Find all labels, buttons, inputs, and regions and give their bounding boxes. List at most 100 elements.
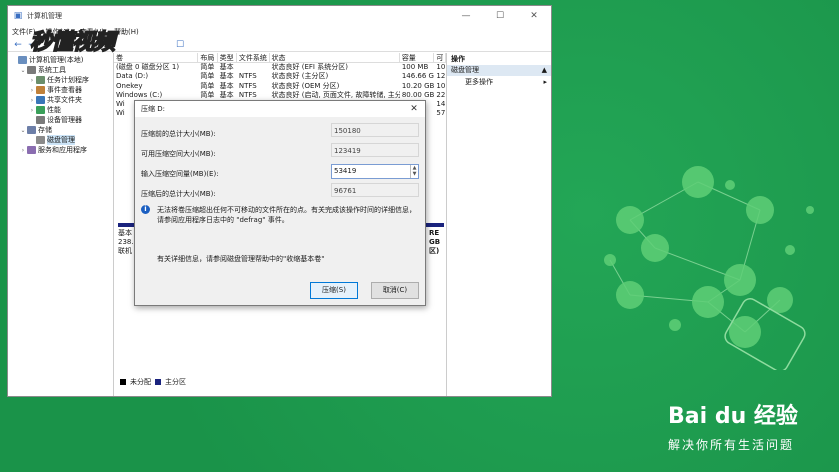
properties-icon[interactable]: ☐ [175,40,185,50]
partition-info: RE GB 区) [429,229,440,256]
tree-node-icon [18,56,27,64]
table-cell: 10.20 GB [401,81,435,90]
actions-section-disk-management[interactable]: 磁盘管理 ▲ [447,65,551,76]
table-row[interactable]: Data (D:) 简单基本 NTFS 状态良好 (主分区) 146.66 GB12 [114,72,446,81]
col-capacity[interactable]: 容量 [400,53,435,62]
col-free[interactable]: 可 [434,53,446,62]
collapse-arrow-icon: ▲ [541,66,547,74]
table-cell: 简单 [200,72,215,81]
shrink-amount-label: 输入压缩空间量(MB)(E): [141,170,219,178]
back-arrow-icon[interactable]: ← [13,40,23,50]
minimize-button[interactable]: — [449,11,483,21]
primary-swatch [155,379,161,385]
shrink-amount-value: 53419 [334,167,357,175]
tree-node[interactable]: › 性能 [8,105,113,115]
expand-icon[interactable]: ⌄ [19,127,27,134]
col-filesystem[interactable]: 文件系统 [237,53,270,62]
tree-node-icon [36,106,45,114]
tree-node[interactable]: ⌄ 系统工具 [8,65,113,75]
expand-icon[interactable]: ⌄ [19,67,27,74]
more-actions-item[interactable]: 更多操作 ▸ [447,76,551,88]
legend: 未分配 主分区 [120,377,186,387]
table-cell: 80.00 GB [401,90,435,99]
tree-node[interactable]: ⌄ 存储 [8,125,113,135]
available-label: 可用压缩空间大小(MB): [141,150,216,158]
expand-icon[interactable]: › [28,97,36,104]
expand-icon[interactable]: › [19,147,27,154]
baidu-brand: Bai du 经验 解决你所有生活问题 [668,398,798,453]
tree-node-label: 事件查看器 [47,86,82,94]
spin-buttons[interactable]: ▲ ▼ [410,165,418,178]
more-actions-label: 更多操作 [465,78,493,86]
table-cell: 57 [436,109,446,118]
dialog-close-button[interactable]: ✕ [403,104,425,114]
tree-node[interactable]: › 共享文件夹 [8,95,113,105]
table-row[interactable]: Windows (C:) 简单 基本 NTFS 状态良好 (启动, 页面文件, 故障转储… [114,91,446,100]
close-button[interactable]: ✕ [517,11,551,21]
tree-node[interactable]: › 服务和应用程序 [8,145,113,155]
table-cell: 状态良好 (OEM 分区) [271,81,340,90]
tree-node-icon [36,116,45,124]
table-cell: NTFS [238,81,257,90]
submenu-arrow-icon: ▸ [543,78,547,86]
table-row[interactable]: (磁盘 0 磁盘分区 1) 简单 基本 状态良好 (EFI 系统分区) 100 MB 10 [114,63,446,72]
col-volume[interactable]: 卷 [114,53,199,62]
available-value: 123419 [331,143,419,157]
actions-pane: 操作 磁盘管理 ▲ 更多操作 ▸ [447,53,551,396]
table-cell: NTFS [238,72,257,81]
total-after-label: 压缩后的总计大小(MB): [141,190,216,198]
window-title: 计算机管理 [27,12,62,20]
menu-help[interactable]: 帮助(H) [114,27,139,37]
table-cell: NTFS [238,90,257,99]
table-cell: 14 [436,100,446,109]
decorative-network-graphic [604,166,814,370]
tree-node-icon [27,66,36,74]
partition-size-text: GB [429,238,441,246]
col-type[interactable]: 类型 [218,53,237,62]
baidu-logo: Bai du 经验 [668,404,798,429]
info-text: 无法将卷压缩超出任何不可移动的文件所在的点。有关完成该操作时间的详细信息，请参阅… [157,206,416,224]
shrink-button[interactable]: 压缩(S) [310,282,358,299]
table-cell: 基本 [219,72,234,81]
table-cell: 10 [436,63,446,71]
table-cell: 状态良好 (启动, 页面文件, 故障转储, 主分区) [271,90,400,99]
tree-node-label: 存储 [38,126,52,134]
volume-table-header: 卷 布局 类型 文件系统 状态 容量 可 [114,53,446,63]
expand-icon[interactable]: › [28,87,36,94]
tree-node-icon [36,96,45,104]
table-cell: Onekey [116,81,143,90]
table-cell: 简单 [200,63,215,71]
col-layout[interactable]: 布局 [198,53,218,62]
tree-node-label: 服务和应用程序 [38,146,87,154]
tree-node[interactable]: 设备管理器 [8,115,113,125]
expand-icon[interactable]: › [28,107,36,114]
table-cell: 100 MB [401,63,429,71]
table-cell: 状态良好 (EFI 系统分区) [271,63,348,71]
total-after-value: 96761 [331,183,419,197]
tree-node-label: 磁盘管理 [47,135,75,145]
dialog-title: 压缩 D: [141,105,165,113]
expand-icon[interactable]: › [28,77,36,84]
shrink-amount-input[interactable]: 53419 ▲ ▼ [331,164,419,179]
table-cell: 基本 [219,63,234,71]
tree-node[interactable]: › 事件查看器 [8,85,113,95]
tree-node-label: 设备管理器 [47,116,82,124]
maximize-button[interactable]: ☐ [483,11,517,21]
table-row[interactable]: Onekey 简单 基本 NTFS 状态良好 (OEM 分区) 10.20 GB 10 [114,82,446,91]
cancel-button[interactable]: 取消(C) [371,282,419,299]
info-icon: i [141,205,150,214]
tree-node-icon [27,146,36,154]
spin-down-icon[interactable]: ▼ [413,171,417,177]
tree-node[interactable]: 磁盘管理 [8,135,113,145]
disk-size-text: 238. [118,238,134,246]
help-text: 有关详细信息，请参阅磁盘管理帮助中的"收缩基本卷" [157,255,325,263]
tree-node-label: 系统工具 [38,66,66,74]
tree-node[interactable]: › 任务计划程序 [8,75,113,85]
tree-node[interactable]: 计算机管理(本地) [8,55,113,65]
dialog-title-bar: 压缩 D: ✕ [135,101,425,117]
col-status[interactable]: 状态 [270,53,400,62]
total-before-value: 150180 [331,123,419,137]
legend-unallocated: 未分配 [130,378,151,386]
table-cell: 简单 [200,81,215,90]
partition-label-text: RE [429,229,440,237]
